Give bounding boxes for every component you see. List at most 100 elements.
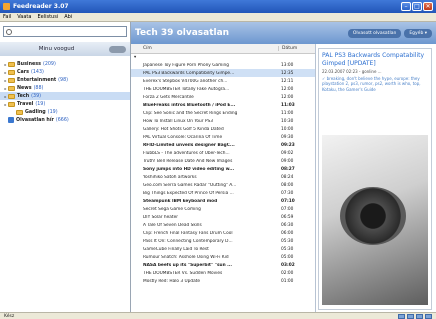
article-date: 10:00 [281, 126, 294, 132]
article-row[interactable]: Big Things Expected Of Prince Of Persia … [131, 189, 315, 197]
article-row[interactable]: Steampunk IBM keyboard mod 07:10 [131, 197, 315, 205]
article-date: 08:24 [281, 174, 294, 180]
article-row[interactable]: Geo.com Sierra Games Radar "Outting" A..… [131, 181, 315, 189]
article-row[interactable]: Everex's Stepbox V4700G another ch... 12:… [131, 77, 315, 85]
tree-item[interactable]: ▸ Travel (19) [0, 100, 130, 108]
tree-item[interactable]: Olvasatlan hír (666) [0, 116, 130, 124]
article-date: 07:00 [281, 206, 294, 212]
article-row[interactable]: GameCube Finally Laid To Rest 05:30 [131, 245, 315, 253]
article-row[interactable]: Truth! Bell Release Date And New Images 0… [131, 157, 315, 165]
tree-item-count: (98) [58, 77, 69, 83]
group-header[interactable]: ▾ [131, 54, 315, 61]
article-row[interactable]: FlubbLS - The adventures of Uber-Tech...… [131, 149, 315, 157]
article-row[interactable]: Secret Sega Game Coming 07:00 [131, 205, 315, 213]
article-row[interactable]: NASA beefs up its "Superbit" "sun ... 03:… [131, 261, 315, 269]
article-date: 11:00 [281, 110, 294, 116]
feed-icon [8, 117, 14, 123]
article-row[interactable]: PAL Virtual Console: Ocarina Of Time 09:3… [131, 133, 315, 141]
article-date: 05:30 [281, 246, 294, 252]
folder-icon [8, 85, 15, 91]
preview-title[interactable]: PAL PS3 Backwards Compatability Gimped [… [319, 49, 431, 67]
article-title: Rumour Snatch: Asshole Using Wi-Fi Kid [143, 254, 229, 260]
maximize-button[interactable]: □ [412, 2, 422, 11]
folder-icon [8, 69, 15, 75]
preview-tags[interactable]: ✓ breaking, don't believe the hype, euro… [319, 76, 431, 92]
article-row[interactable]: THE DOUMBSTER Vs. Sudden Movies 02:00 [131, 269, 315, 277]
article-date: 02:00 [281, 270, 294, 276]
feed-title: Tech 39 olvasatlan [135, 28, 230, 38]
article-date: 06:00 [281, 230, 294, 236]
article-row[interactable]: Mostly Red: Halo 3 Update 01:00 [131, 277, 315, 285]
search-icon [6, 28, 12, 35]
article-title: GameCube Finally Laid To Rest [143, 246, 209, 252]
tree-item-count: (209) [42, 61, 56, 67]
article-title: PAL Virtual Console: Ocarina Of Time [143, 134, 223, 140]
column-title[interactable]: Cím [131, 46, 278, 51]
preview-meta: 22.03.2007 02:23 - gonline ... [322, 69, 382, 74]
tree-item-label: Travel [17, 101, 34, 107]
menu-preferences[interactable]: Eelistusi [37, 14, 58, 20]
article-date: 12:11 [281, 78, 294, 84]
article-row[interactable]: BlueFreaks intros Bluetooth / iPod E... 1… [131, 101, 315, 109]
menu-file[interactable]: Fail [3, 14, 11, 20]
tree-item-label: Gadling [25, 109, 46, 115]
list-header: Cím Dátum [131, 44, 315, 54]
group-header-label: ▾ [134, 55, 137, 60]
article-row[interactable]: Rumour Snatch: Asshole Using Wi-Fi Kid 05… [131, 253, 315, 261]
search-input[interactable] [3, 26, 127, 37]
mark-read-button[interactable]: Olvasott olvasatlan [347, 28, 402, 38]
article-row[interactable]: How To Install Linux On Your PS3 10:30 [131, 117, 315, 125]
article-row[interactable]: Pass It On: Connecting Contemporary D...… [131, 237, 315, 245]
tree-item[interactable]: ▸ Tech (39) [0, 92, 130, 100]
status-icon-4[interactable] [425, 313, 432, 319]
column-date[interactable]: Dátum [278, 46, 315, 51]
article-title: THE DOUMBSTER Totally Fake Autogra... [143, 86, 230, 92]
menu-view[interactable]: Vaata [17, 14, 31, 20]
status-icon-2[interactable] [407, 313, 414, 319]
article-title: NASA beefs up its "Superbit" "sun ... [143, 262, 233, 268]
status-icon-3[interactable] [416, 313, 423, 319]
menu-help[interactable]: Abi [64, 14, 72, 20]
tree-item[interactable]: ▸ Business (209) [0, 60, 130, 68]
feeds-options-button[interactable] [109, 45, 126, 53]
article-row[interactable]: Gallery: Hot Shots Golf 5 Kinda Dated 10:… [131, 125, 315, 133]
tree-item[interactable]: ▸ News (88) [0, 84, 130, 92]
minimize-button[interactable]: – [401, 2, 411, 11]
article-row[interactable]: Yoshihiko Satoh artworks 08:24 [131, 173, 315, 181]
article-date: 01:00 [281, 278, 294, 284]
article-date: 10:30 [281, 118, 294, 124]
tree-item-count: (88) [33, 85, 44, 91]
article-title: A Tale Of Seven Dead Skills [143, 222, 202, 228]
more-button[interactable]: Egyéb ▾ [404, 28, 432, 38]
tree-item[interactable]: ▸ Cars (143) [0, 68, 130, 76]
close-button[interactable]: ✕ [423, 2, 433, 11]
tree-item-count: (39) [31, 93, 42, 99]
article-row[interactable]: THE DOUMBSTER Totally Fake Autogra... 12:… [131, 85, 315, 93]
tree-item[interactable]: ▸ Entertainment (98) [0, 76, 130, 84]
tree-item-label: News [17, 85, 32, 91]
tree-item-count: (19) [35, 101, 46, 107]
article-date: 05:00 [281, 254, 294, 260]
article-title: Forza 2 Gets Mercantile [143, 94, 194, 100]
article-date: 09:00 [281, 158, 294, 164]
article-row[interactable]: RFID-Limited unveils designer BagC... 09:… [131, 141, 315, 149]
article-row[interactable]: Sony jumps into HD video editing w... 08:… [131, 165, 315, 173]
status-icon-1[interactable] [398, 313, 405, 319]
article-row[interactable]: Clip: French Final Fantasy Fans Drum Coo… [131, 229, 315, 237]
article-row[interactable]: PAL PS3 Backwards Compatibility Gimpe...… [131, 69, 315, 77]
tree-item-label: Olvasatlan hír [16, 117, 54, 123]
article-row[interactable]: Forza 2 Gets Mercantile 12:00 [131, 93, 315, 101]
article-row[interactable]: Clip: See Sonic and the Secret Rings End… [131, 109, 315, 117]
article-title: FlubbLS - The adventures of Uber-Tech... [143, 150, 230, 156]
folder-icon [8, 61, 15, 67]
tree-item[interactable]: Gadling (19) [0, 108, 130, 116]
article-title: Pass It On: Connecting Contemporary D... [143, 238, 233, 244]
article-row[interactable]: Japanese Toy Figure Porn Phony Gaming 13:… [131, 61, 315, 69]
tree-item-label: Cars [17, 69, 29, 75]
article-row[interactable]: A Tale Of Seven Dead Skills 06:30 [131, 221, 315, 229]
feeds-header: Minu voogud [0, 42, 130, 56]
article-title: BlueFreaks intros Bluetooth / iPod E... [143, 102, 236, 108]
article-row[interactable]: DIY Solar heater 06:59 [131, 213, 315, 221]
article-date: 06:30 [281, 222, 294, 228]
article-date: 07:30 [281, 190, 294, 196]
